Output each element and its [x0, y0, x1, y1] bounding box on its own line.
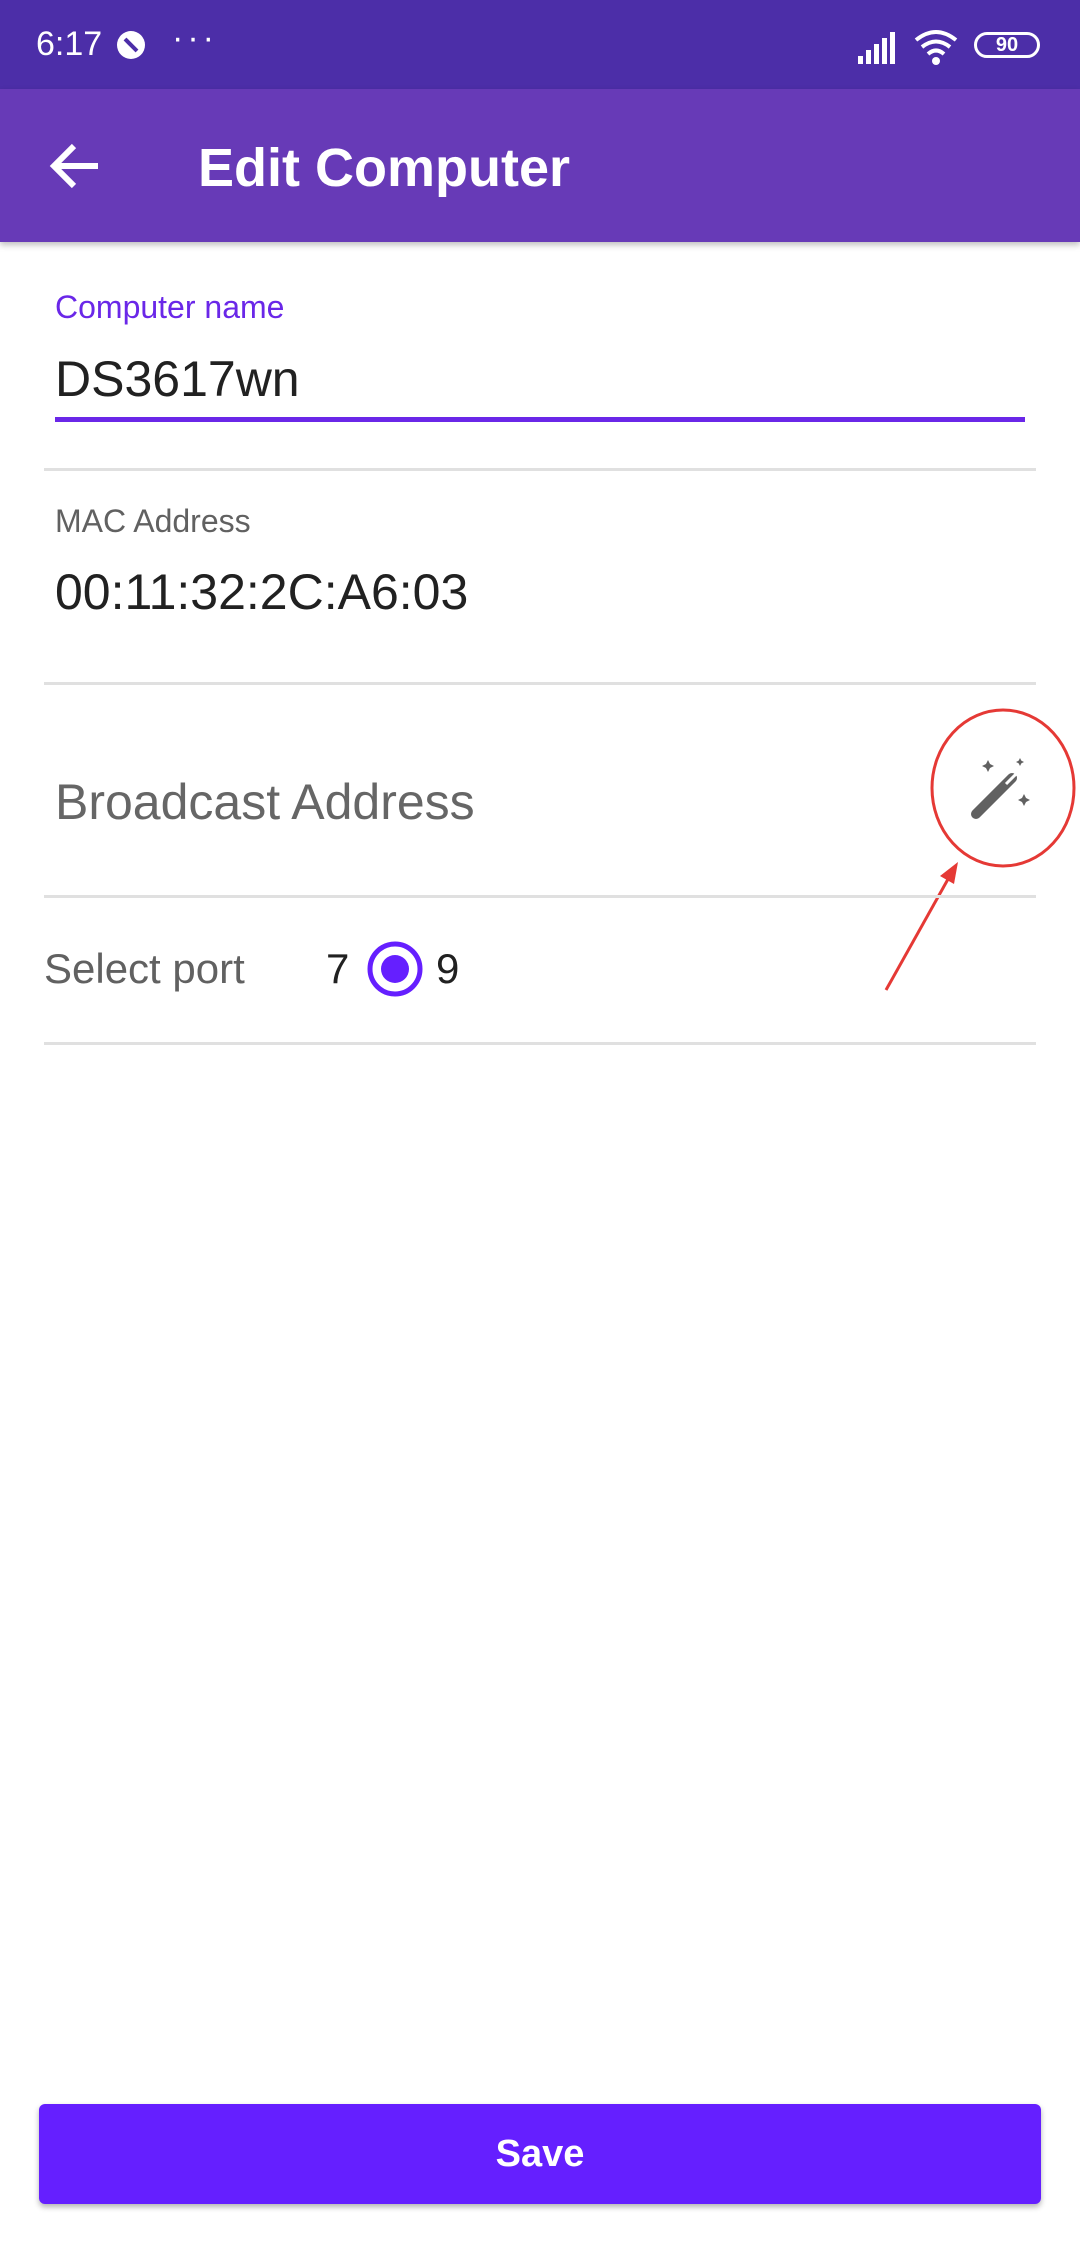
computer-name-underline: [55, 417, 1025, 422]
select-port-label: Select port: [44, 945, 245, 992]
annotation-arrow: [884, 862, 958, 991]
computer-name-input[interactable]: DS3617wn: [55, 350, 300, 408]
broadcast-address-input[interactable]: Broadcast Address: [55, 773, 475, 831]
port-9-option[interactable]: 9: [436, 944, 459, 994]
signal-icon: [858, 32, 895, 64]
divider: [44, 895, 1036, 898]
status-time: 6:17: [36, 25, 103, 63]
divider: [44, 468, 1036, 471]
dnd-icon: [117, 31, 145, 59]
wifi-icon: [914, 30, 958, 65]
divider: [44, 1042, 1036, 1045]
page-title: Edit Computer: [198, 138, 570, 198]
mac-address-input[interactable]: 00:11:32:2C:A6:03: [55, 563, 468, 621]
magic-wand-button[interactable]: [928, 706, 1078, 870]
status-bar: 6:17 ··· 90: [0, 0, 1080, 89]
computer-name-label: Computer name: [55, 289, 285, 325]
app-bar: Edit Computer: [0, 89, 1080, 242]
port-7-option[interactable]: 7: [326, 944, 349, 994]
save-button[interactable]: Save: [39, 2104, 1041, 2204]
battery-icon: 90: [974, 32, 1040, 58]
magic-wand-icon: [971, 758, 1030, 819]
arrow-back-icon[interactable]: [40, 131, 110, 201]
divider: [44, 682, 1036, 685]
port-9-radio[interactable]: [366, 940, 424, 998]
mac-address-label: MAC Address: [55, 503, 251, 539]
more-dots: ···: [172, 19, 218, 57]
